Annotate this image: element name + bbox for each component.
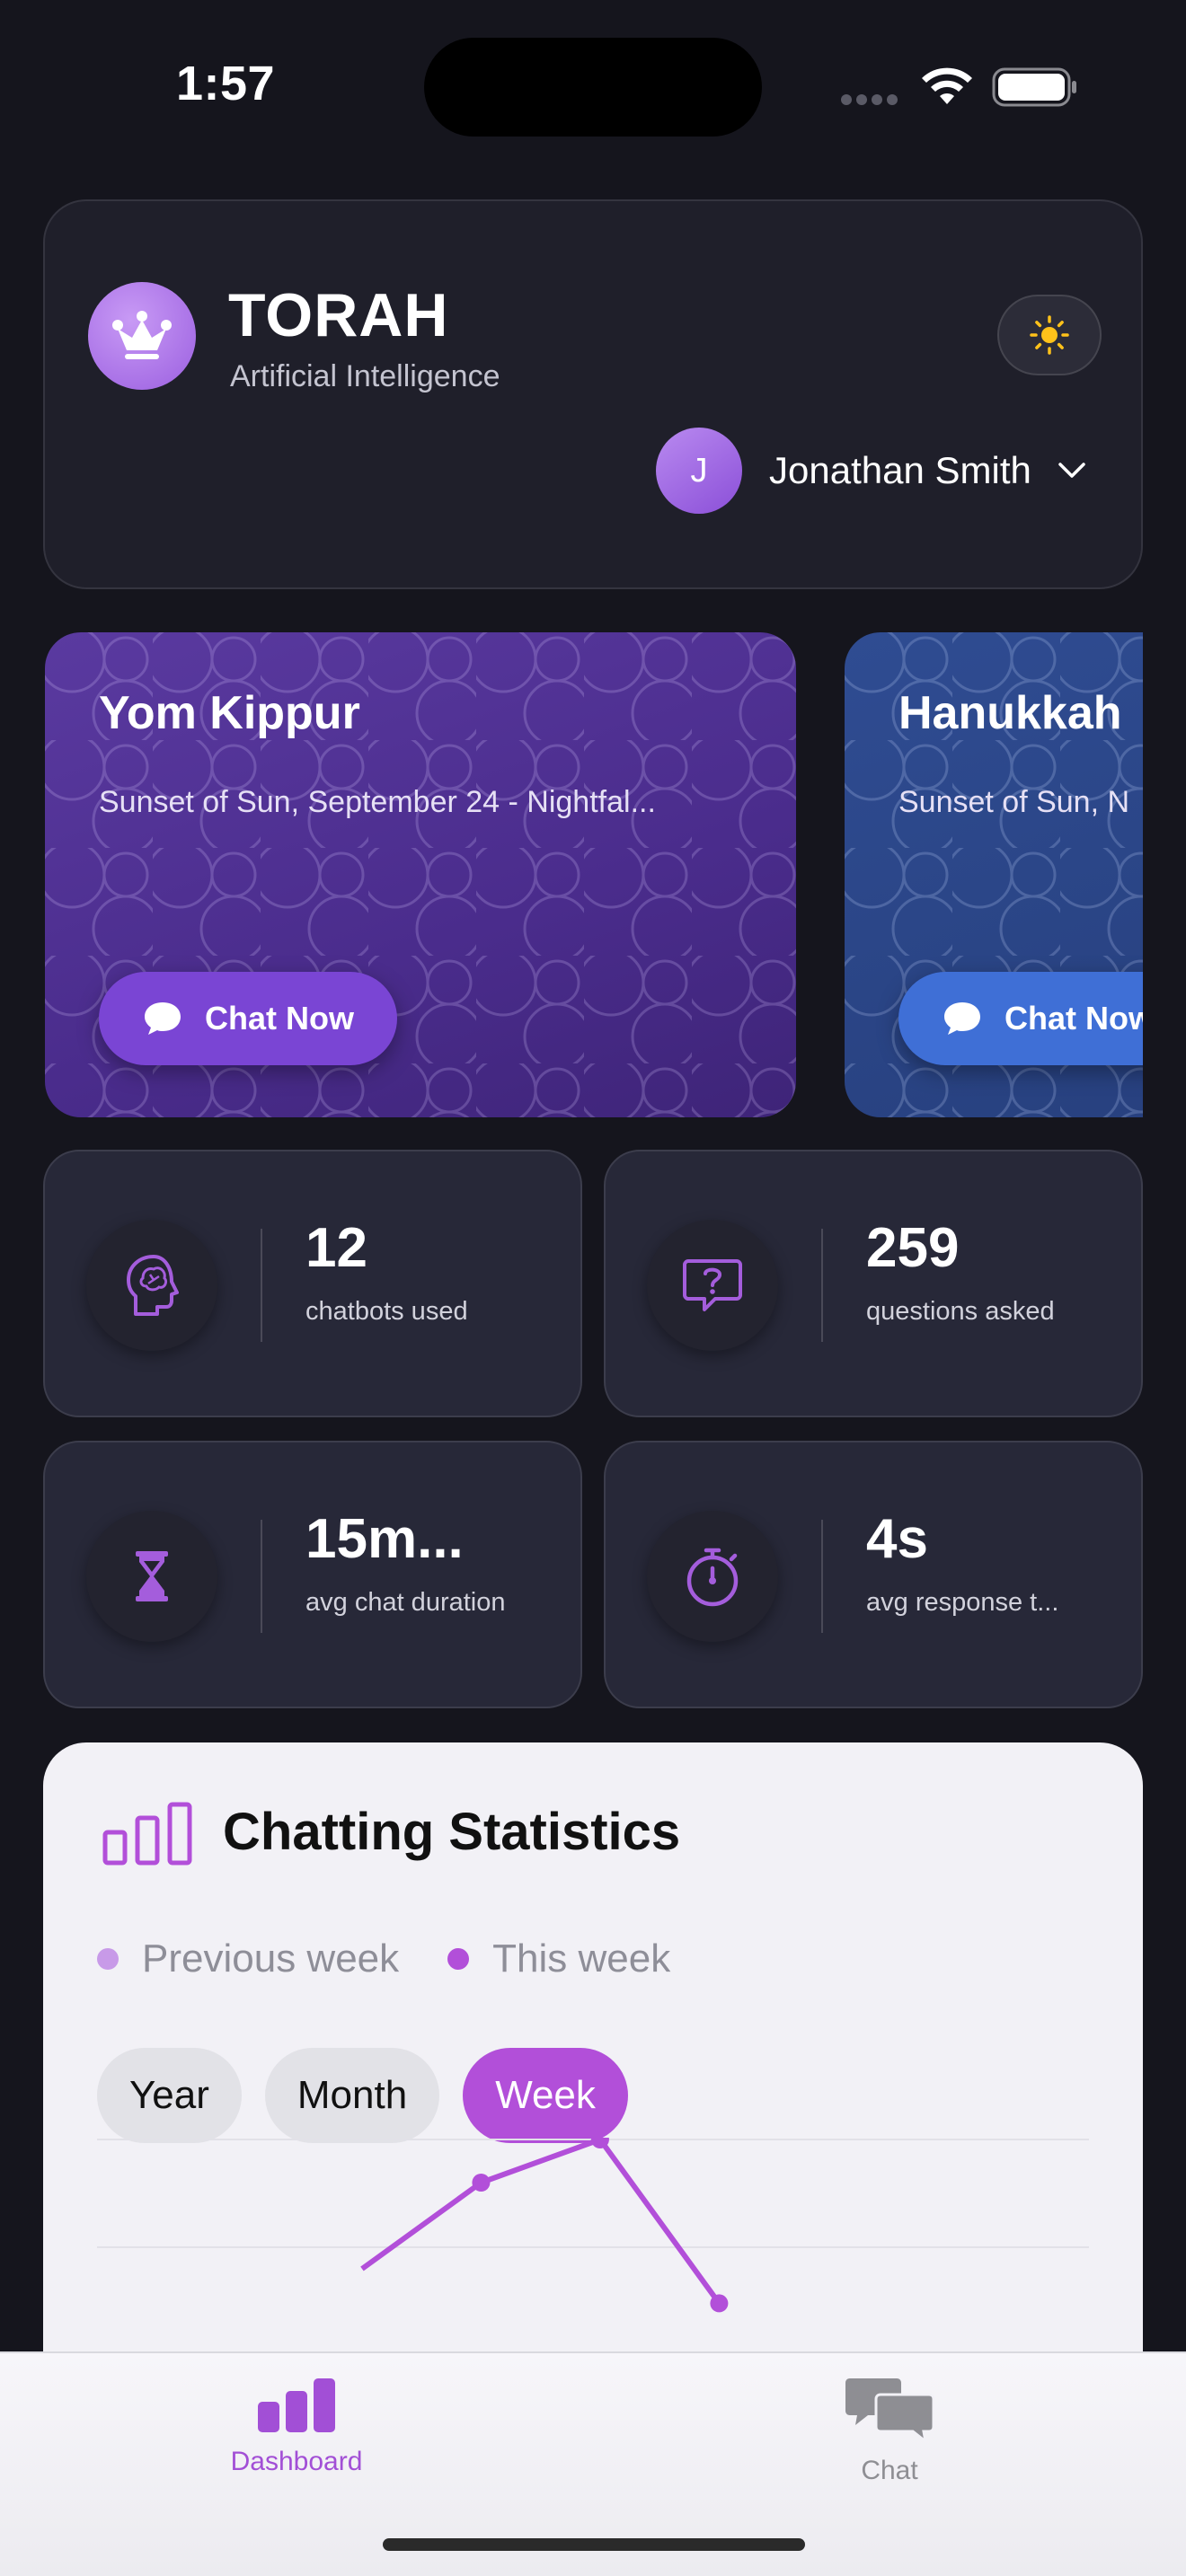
legend-label: This week: [492, 1936, 671, 1981]
sun-icon: [1030, 315, 1069, 355]
status-bar: 1:57: [0, 0, 1186, 180]
stat-divider: [821, 1229, 823, 1342]
chevron-down-icon: [1058, 463, 1085, 478]
legend-dot: [447, 1948, 470, 1970]
holiday-card-hanukkah[interactable]: Hanukkah Sunset of Sun, N Chat Now: [845, 632, 1186, 1117]
data-point[interactable]: [710, 2294, 729, 2313]
hourglass-icon: [86, 1511, 217, 1642]
tab-label: Dashboard: [230, 2447, 363, 2476]
stat-divider: [261, 1229, 262, 1342]
legend-label: Previous week: [142, 1936, 400, 1981]
stat-divider: [261, 1520, 262, 1633]
stat-label: questions asked: [866, 1297, 1055, 1326]
user-name: Jonathan Smith: [769, 449, 1031, 491]
app-subtitle: Artificial Intelligence: [230, 359, 500, 393]
avatar: J: [656, 428, 742, 514]
tab-dashboard[interactable]: Dashboard: [189, 2375, 404, 2477]
stat-label: chatbots used: [305, 1297, 468, 1326]
holiday-card-yom-kippur[interactable]: Yom Kippur Sunset of Sun, September 24 -…: [45, 632, 796, 1117]
wifi-icon: [922, 67, 972, 104]
bar-chart-outline-icon: [102, 1802, 192, 1866]
holiday-title: Hanukkah: [898, 687, 1122, 739]
chart-legend: Previous week This week: [97, 1936, 719, 1981]
carousel-edge-mask: [1143, 629, 1186, 1123]
bar-chart-icon: [258, 2378, 335, 2432]
question-bubble-icon: [647, 1220, 778, 1351]
user-menu-dropdown[interactable]: J Jonathan Smith: [656, 428, 1087, 514]
dynamic-island: [424, 38, 762, 137]
speech-bubble-icon: [145, 1002, 181, 1035]
theme-toggle-button[interactable]: [997, 295, 1102, 375]
dashboard-screen: 1:57 TORAH Artificial Intelligence J Jon…: [0, 0, 1186, 2576]
app-title: TORAH: [228, 281, 449, 349]
stopwatch-icon: [647, 1511, 778, 1642]
chat-now-button[interactable]: Chat Now: [99, 972, 397, 1065]
stat-label: avg response t...: [866, 1588, 1059, 1617]
range-tab-month[interactable]: Month: [264, 2048, 440, 2143]
tab-chat[interactable]: Chat: [782, 2375, 997, 2486]
range-tab-week[interactable]: Week: [463, 2048, 628, 2143]
holiday-date: Sunset of Sun, N: [898, 785, 1130, 819]
stat-card-chatbots: 12 chatbots used: [43, 1150, 582, 1417]
statistics-title: Chatting Statistics: [223, 1803, 681, 1861]
stat-card-response-time: 4s avg response t...: [604, 1441, 1143, 1708]
stat-divider: [821, 1520, 823, 1633]
data-point[interactable]: [472, 2174, 491, 2192]
crown-logo-icon: [88, 282, 196, 390]
holiday-title: Yom Kippur: [99, 687, 360, 739]
chat-now-label: Chat Now: [1005, 1000, 1154, 1037]
chat-now-label: Chat Now: [205, 1000, 354, 1037]
chat-bubbles-icon: [845, 2378, 934, 2443]
holiday-date: Sunset of Sun, September 24 - Nightfal..…: [99, 785, 656, 819]
range-selector: Year Month Week: [97, 2048, 651, 2143]
stat-card-questions: 259 questions asked: [604, 1150, 1143, 1417]
range-tab-year[interactable]: Year: [97, 2048, 242, 2143]
speech-bubble-icon: [944, 1002, 980, 1035]
stat-value: 15m...: [305, 1508, 464, 1570]
tab-label: Chat: [861, 2456, 918, 2485]
stat-value: 12: [305, 1217, 367, 1279]
legend-item-this-week: This week: [447, 1936, 670, 1981]
cellular-signal-icon: [841, 93, 904, 105]
legend-dot: [97, 1948, 119, 1970]
brain-head-icon: [86, 1220, 217, 1351]
battery-icon: [992, 67, 1076, 107]
header-card: TORAH Artificial Intelligence J Jonathan…: [43, 199, 1143, 589]
home-indicator: [383, 2538, 805, 2551]
stat-value: 259: [866, 1217, 960, 1279]
stat-label: avg chat duration: [305, 1588, 506, 1617]
status-time: 1:57: [176, 57, 276, 110]
legend-item-previous-week: Previous week: [97, 1936, 399, 1981]
stat-card-duration: 15m... avg chat duration: [43, 1441, 582, 1708]
series-line: [360, 2138, 721, 2306]
stat-value: 4s: [866, 1508, 928, 1570]
